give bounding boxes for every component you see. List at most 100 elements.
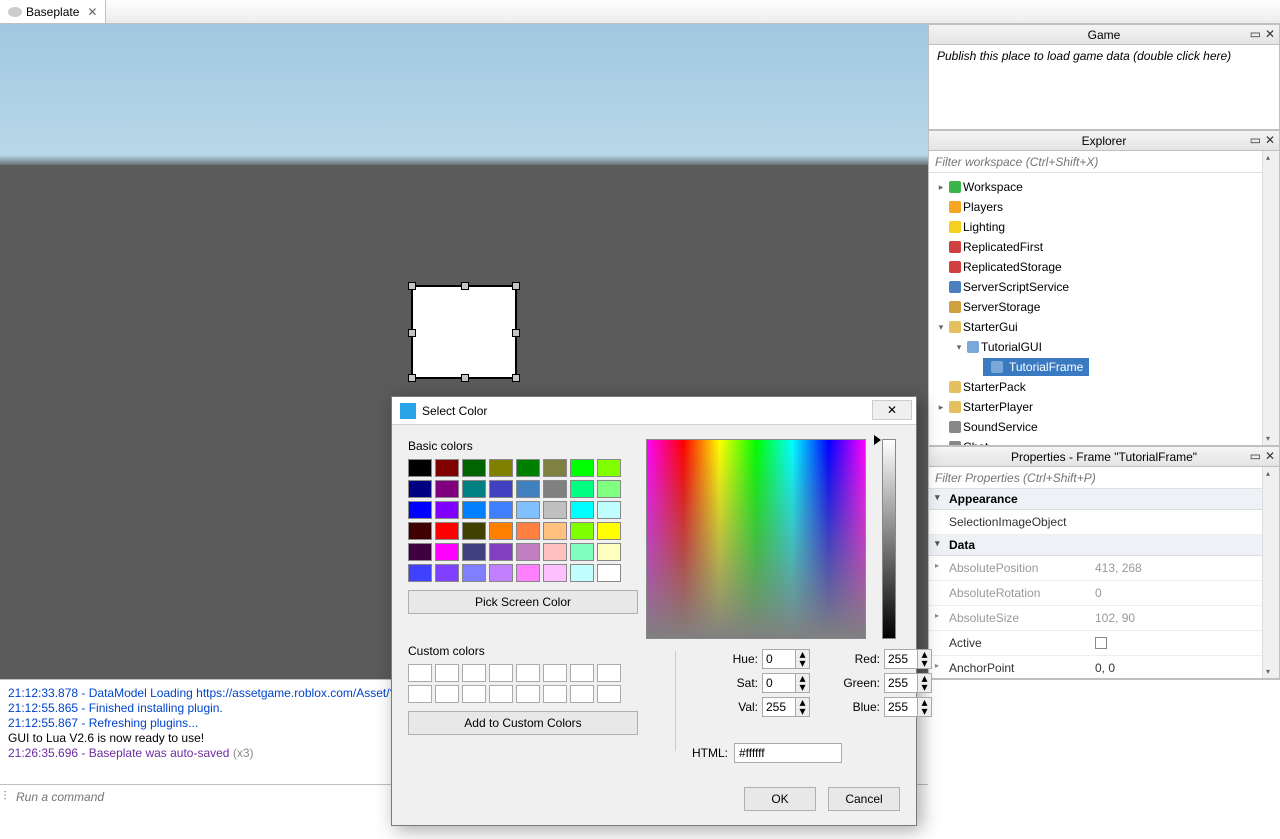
basic-color-swatch[interactable]: [543, 459, 567, 477]
basic-color-swatch[interactable]: [597, 480, 621, 498]
dialog-titlebar[interactable]: Select Color ✕: [392, 397, 916, 425]
prop-Active[interactable]: Active: [929, 631, 1279, 656]
custom-color-slot[interactable]: [570, 685, 594, 703]
prop-group[interactable]: Data: [929, 535, 1279, 556]
basic-color-swatch[interactable]: [516, 522, 540, 540]
ok-button[interactable]: OK: [744, 787, 816, 811]
spinner-icon[interactable]: ▴▾: [918, 673, 932, 693]
basic-color-swatch[interactable]: [570, 459, 594, 477]
tree-item-workspace[interactable]: ▸Workspace: [929, 177, 1279, 197]
blue-input[interactable]: [884, 697, 918, 717]
tree-item-replicatedfirst[interactable]: ReplicatedFirst: [929, 237, 1279, 257]
tree-item-replicatedstorage[interactable]: ReplicatedStorage: [929, 257, 1279, 277]
basic-color-swatch[interactable]: [462, 543, 486, 561]
basic-color-swatch[interactable]: [462, 501, 486, 519]
basic-color-swatch[interactable]: [462, 522, 486, 540]
basic-color-swatch[interactable]: [462, 480, 486, 498]
basic-color-swatch[interactable]: [408, 522, 432, 540]
basic-color-swatch[interactable]: [570, 480, 594, 498]
basic-color-swatch[interactable]: [462, 564, 486, 582]
basic-color-swatch[interactable]: [408, 501, 432, 519]
custom-color-slot[interactable]: [462, 685, 486, 703]
tree-item-starterpack[interactable]: StarterPack: [929, 377, 1279, 397]
basic-color-swatch[interactable]: [597, 459, 621, 477]
custom-color-slot[interactable]: [516, 664, 540, 682]
html-input[interactable]: [734, 743, 842, 763]
value-slider[interactable]: [882, 439, 896, 639]
prop-AbsolutePosition[interactable]: AbsolutePosition413, 268: [929, 556, 1279, 581]
hue-input[interactable]: [762, 649, 796, 669]
restore-icon[interactable]: ▭: [1249, 449, 1262, 463]
prop-AnchorPoint[interactable]: AnchorPoint0, 0: [929, 656, 1279, 678]
spinner-icon[interactable]: ▴▾: [796, 697, 810, 717]
basic-color-swatch[interactable]: [516, 501, 540, 519]
tree-item-starterplayer[interactable]: ▸StarterPlayer: [929, 397, 1279, 417]
spinner-icon[interactable]: ▴▾: [796, 649, 810, 669]
custom-color-slot[interactable]: [597, 685, 621, 703]
basic-color-swatch[interactable]: [435, 564, 459, 582]
custom-color-slot[interactable]: [408, 685, 432, 703]
basic-color-swatch[interactable]: [597, 543, 621, 561]
tree-item-serverstorage[interactable]: ServerStorage: [929, 297, 1279, 317]
custom-color-slot[interactable]: [516, 685, 540, 703]
explorer-tree[interactable]: ▸WorkspacePlayersLightingReplicatedFirst…: [929, 173, 1279, 445]
basic-color-swatch[interactable]: [435, 522, 459, 540]
tree-item-tutorialframe[interactable]: TutorialFrame: [929, 357, 1279, 377]
custom-color-slot[interactable]: [543, 664, 567, 682]
basic-color-swatch[interactable]: [570, 522, 594, 540]
basic-color-swatch[interactable]: [489, 522, 513, 540]
basic-color-swatch[interactable]: [516, 459, 540, 477]
game-message[interactable]: Publish this place to load game data (do…: [929, 45, 1279, 129]
tree-item-soundservice[interactable]: SoundService: [929, 417, 1279, 437]
custom-color-slot[interactable]: [543, 685, 567, 703]
properties-filter-input[interactable]: [929, 467, 1279, 489]
scrollbar-v[interactable]: [1262, 467, 1279, 678]
basic-color-swatch[interactable]: [597, 564, 621, 582]
custom-color-slot[interactable]: [489, 685, 513, 703]
close-icon[interactable]: ✕: [1264, 449, 1276, 463]
add-to-custom-button[interactable]: Add to Custom Colors: [408, 711, 638, 735]
tree-item-startergui[interactable]: ▾StarterGui: [929, 317, 1279, 337]
basic-color-swatch[interactable]: [543, 522, 567, 540]
hue-sat-picker[interactable]: [646, 439, 866, 639]
custom-colors-grid[interactable]: [408, 664, 638, 703]
basic-color-swatch[interactable]: [408, 564, 432, 582]
restore-icon[interactable]: ▭: [1249, 27, 1262, 41]
basic-color-swatch[interactable]: [435, 543, 459, 561]
spinner-icon[interactable]: ▴▾: [918, 697, 932, 717]
tab-baseplate[interactable]: Baseplate ✕: [0, 0, 106, 23]
properties-grid[interactable]: AppearanceSelectionImageObjectDataAbsolu…: [929, 489, 1279, 678]
prop-SelectionImageObject[interactable]: SelectionImageObject: [929, 510, 1279, 535]
cancel-button[interactable]: Cancel: [828, 787, 900, 811]
basic-colors-grid[interactable]: [408, 459, 638, 582]
custom-color-slot[interactable]: [489, 664, 513, 682]
restore-icon[interactable]: ▭: [1249, 133, 1262, 147]
basic-color-swatch[interactable]: [597, 522, 621, 540]
basic-color-swatch[interactable]: [489, 543, 513, 561]
red-input[interactable]: [884, 649, 918, 669]
tree-item-players[interactable]: Players: [929, 197, 1279, 217]
pick-screen-color-button[interactable]: Pick Screen Color: [408, 590, 638, 614]
tree-item-serverscriptservice[interactable]: ServerScriptService: [929, 277, 1279, 297]
custom-color-slot[interactable]: [462, 664, 486, 682]
basic-color-swatch[interactable]: [543, 564, 567, 582]
basic-color-swatch[interactable]: [408, 480, 432, 498]
prop-group[interactable]: Appearance: [929, 489, 1279, 510]
tree-item-lighting[interactable]: Lighting: [929, 217, 1279, 237]
basic-color-swatch[interactable]: [543, 480, 567, 498]
basic-color-swatch[interactable]: [570, 543, 594, 561]
basic-color-swatch[interactable]: [516, 543, 540, 561]
val-input[interactable]: [762, 697, 796, 717]
spinner-icon[interactable]: ▴▾: [796, 673, 810, 693]
sat-input[interactable]: [762, 673, 796, 693]
close-icon[interactable]: ✕: [1264, 133, 1276, 147]
basic-color-swatch[interactable]: [516, 564, 540, 582]
scrollbar-v[interactable]: [1262, 151, 1279, 445]
basic-color-swatch[interactable]: [489, 564, 513, 582]
basic-color-swatch[interactable]: [435, 501, 459, 519]
basic-color-swatch[interactable]: [516, 480, 540, 498]
basic-color-swatch[interactable]: [435, 480, 459, 498]
basic-color-swatch[interactable]: [570, 501, 594, 519]
prop-AbsoluteRotation[interactable]: AbsoluteRotation0: [929, 581, 1279, 606]
basic-color-swatch[interactable]: [489, 501, 513, 519]
